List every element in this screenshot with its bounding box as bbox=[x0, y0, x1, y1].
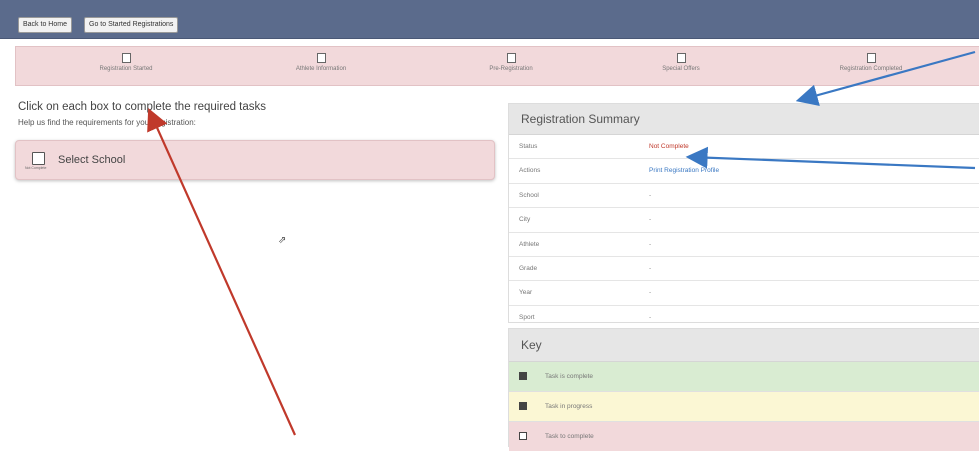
print-registration-profile-link[interactable]: Print Registration Profile bbox=[649, 159, 719, 182]
key-title: Key bbox=[509, 329, 979, 362]
partial-box-icon bbox=[519, 402, 527, 410]
checkbox-icon bbox=[316, 53, 326, 63]
table-row: Grade - bbox=[509, 257, 979, 282]
empty-box-icon bbox=[519, 432, 527, 440]
checked-box-icon bbox=[519, 372, 527, 380]
table-row: Year - bbox=[509, 281, 979, 306]
key-panel: Key Task is complete Task in progress Ta… bbox=[508, 328, 979, 451]
step-registration-started[interactable]: Registration Started bbox=[51, 53, 201, 72]
table-row: City - bbox=[509, 208, 979, 233]
table-row: Sport - bbox=[519, 313, 652, 321]
step-special-offers[interactable]: Special Offers bbox=[606, 53, 756, 72]
back-to-home-button[interactable]: Back to Home bbox=[18, 17, 72, 33]
tasks-heading: Click on each box to complete the requir… bbox=[18, 101, 267, 113]
task-status-caption: Not Complete bbox=[25, 166, 47, 170]
checkbox-icon bbox=[121, 53, 131, 63]
checkbox-icon bbox=[32, 152, 45, 165]
table-row: Actions Print Registration Profile bbox=[509, 159, 979, 184]
registration-steps: Registration Started Athlete Information… bbox=[15, 46, 979, 86]
task-label: Select School bbox=[58, 154, 126, 166]
step-registration-completed[interactable]: Registration Completed bbox=[796, 53, 946, 72]
registration-summary-panel: Registration Summary Status Not Complete… bbox=[508, 103, 979, 323]
registration-summary-title: Registration Summary bbox=[509, 104, 979, 135]
go-to-started-registrations-button[interactable]: Go to Started Registrations bbox=[84, 17, 179, 33]
status-badge: Not Complete bbox=[649, 143, 689, 150]
key-item-in-progress: Task in progress bbox=[509, 392, 979, 422]
checkbox-icon bbox=[676, 53, 686, 63]
top-nav-bar: Back to Home Go to Started Registrations bbox=[0, 0, 979, 39]
checkbox-icon bbox=[866, 53, 876, 63]
step-athlete-information[interactable]: Athlete Information bbox=[246, 53, 396, 72]
table-row: Athlete - bbox=[509, 233, 979, 257]
key-item-to-complete: Task to complete bbox=[509, 422, 979, 451]
mouse-pointer-icon: ⇗ bbox=[278, 235, 287, 246]
key-item-complete: Task is complete bbox=[509, 362, 979, 392]
tasks-subheading: Help us find the requirements for your r… bbox=[18, 118, 196, 127]
table-row: School - bbox=[509, 184, 979, 209]
step-pre-registration[interactable]: Pre-Registration bbox=[436, 53, 586, 72]
checkbox-icon bbox=[506, 53, 516, 63]
select-school-task[interactable]: Not Complete Select School bbox=[15, 140, 495, 180]
table-row: Status Not Complete bbox=[509, 135, 979, 160]
